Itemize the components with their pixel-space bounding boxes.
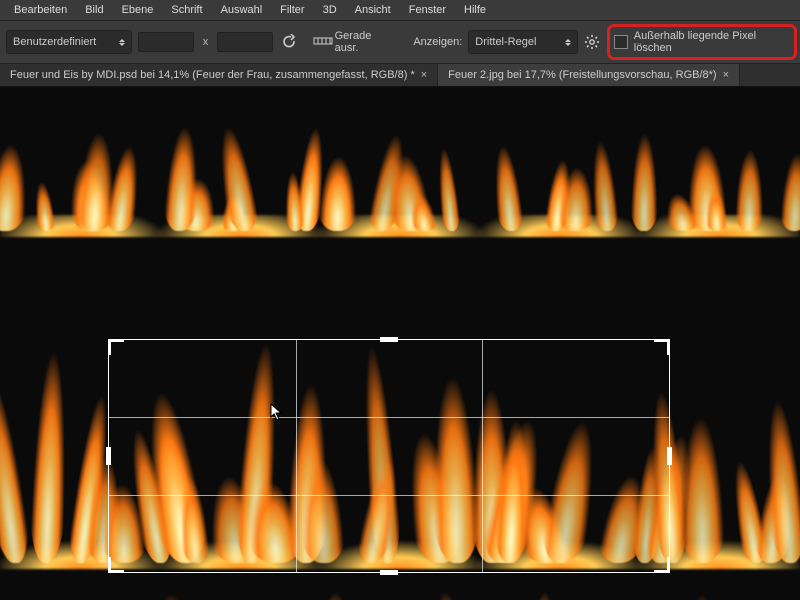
- canvas[interactable]: [0, 87, 800, 600]
- menu-item[interactable]: Bearbeiten: [14, 4, 67, 16]
- grid-line: [296, 340, 297, 572]
- crop-handle-edge[interactable]: [380, 337, 398, 342]
- menu-bar: Bearbeiten Bild Ebene Schrift Auswahl Fi…: [0, 0, 800, 21]
- image-content: [0, 87, 800, 237]
- crop-handle-corner[interactable]: [654, 339, 670, 355]
- menu-item[interactable]: Hilfe: [464, 4, 486, 16]
- menu-item[interactable]: Bild: [85, 4, 103, 16]
- tab-title: Feuer und Eis by MDI.psd bei 14,1% (Feue…: [10, 69, 415, 81]
- document-tabs: Feuer und Eis by MDI.psd bei 14,1% (Feue…: [0, 64, 800, 87]
- crop-handle-corner[interactable]: [108, 557, 124, 573]
- crop-marquee[interactable]: [108, 339, 670, 573]
- crop-handle-corner[interactable]: [654, 557, 670, 573]
- menu-item[interactable]: Ebene: [122, 4, 154, 16]
- grid-line: [482, 340, 483, 572]
- crop-handle-edge[interactable]: [667, 447, 672, 465]
- delete-cropped-checkbox[interactable]: [614, 35, 627, 49]
- menu-item[interactable]: Filter: [280, 4, 304, 16]
- by-separator: x: [200, 36, 212, 48]
- swap-dimensions-icon[interactable]: [279, 34, 295, 50]
- show-label: Anzeigen:: [413, 36, 462, 48]
- grid-line: [109, 495, 669, 496]
- gear-icon[interactable]: [584, 34, 600, 50]
- document-tab[interactable]: Feuer und Eis by MDI.psd bei 14,1% (Feue…: [0, 64, 438, 86]
- menu-item[interactable]: Schrift: [171, 4, 202, 16]
- delete-cropped-label: Außerhalb liegende Pixel löschen: [634, 30, 790, 54]
- crop-width-input[interactable]: [138, 32, 194, 52]
- grid-line: [109, 417, 669, 418]
- stepper-icon: [565, 39, 571, 46]
- crop-handle-edge[interactable]: [380, 570, 398, 575]
- menu-item[interactable]: Auswahl: [221, 4, 263, 16]
- crop-options-bar: Benutzerdefiniert x Gerade ausr. Anzeige…: [0, 21, 800, 64]
- tab-title: Feuer 2.jpg bei 17,7% (Freistellungsvors…: [448, 69, 716, 81]
- ratio-preset-value: Benutzerdefiniert: [13, 36, 96, 48]
- highlighted-option: Außerhalb liegende Pixel löschen: [610, 27, 794, 57]
- straighten-icon[interactable]: [313, 34, 329, 50]
- image-content: [0, 582, 800, 600]
- stepper-icon: [119, 39, 125, 46]
- ratio-preset-select[interactable]: Benutzerdefiniert: [6, 30, 132, 54]
- menu-item[interactable]: 3D: [323, 4, 337, 16]
- overlay-value: Drittel-Regel: [475, 36, 536, 48]
- close-icon[interactable]: ×: [421, 69, 427, 81]
- crop-height-input[interactable]: [217, 32, 273, 52]
- menu-item[interactable]: Ansicht: [355, 4, 391, 16]
- overlay-select[interactable]: Drittel-Regel: [468, 30, 578, 54]
- close-icon[interactable]: ×: [723, 69, 729, 81]
- straighten-label: Gerade ausr.: [335, 30, 396, 54]
- menu-item[interactable]: Fenster: [409, 4, 446, 16]
- crop-handle-corner[interactable]: [108, 339, 124, 355]
- crop-handle-edge[interactable]: [106, 447, 111, 465]
- document-tab[interactable]: Feuer 2.jpg bei 17,7% (Freistellungsvors…: [438, 64, 740, 86]
